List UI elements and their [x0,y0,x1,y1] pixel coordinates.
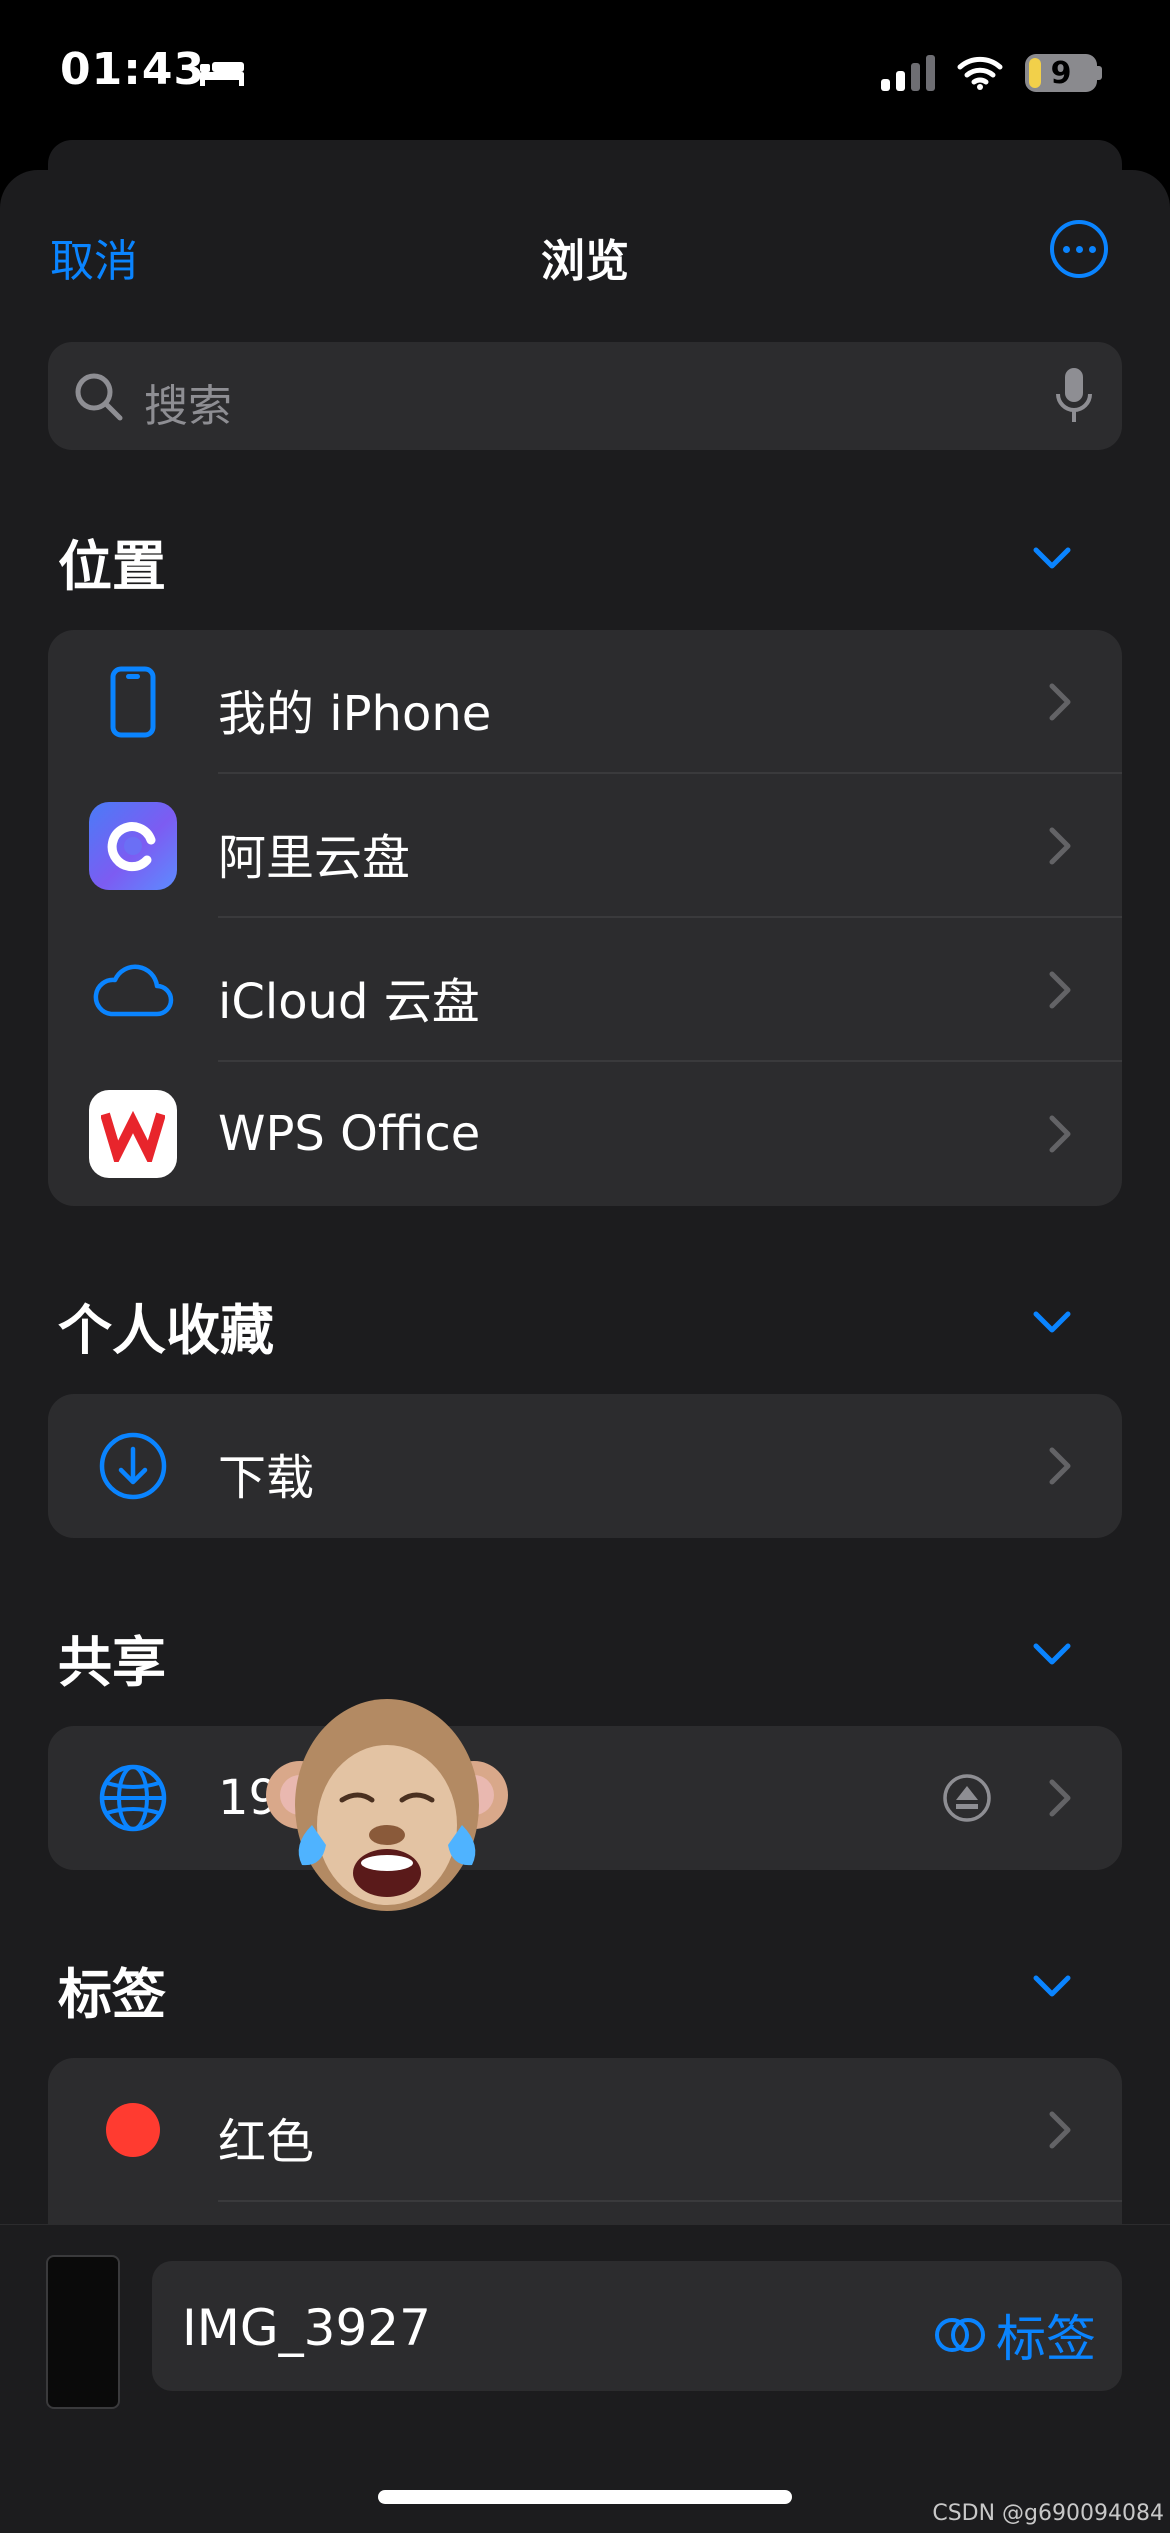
favorites-list: 下载 [48,1394,1122,1538]
location-label: 阿里云盘 [218,830,411,886]
shared-list: 19 [48,1726,1122,1870]
tag-item-red[interactable]: 红色 [48,2058,1122,2202]
icloud-icon [93,964,174,1017]
microphone-icon[interactable] [1054,366,1094,426]
location-label: 我的 iPhone [218,686,492,742]
chevron-right-icon [1049,971,1071,1009]
location-item-wps-office[interactable]: WPS Office [48,1062,1122,1206]
section-title-favorites: 个人收藏 [58,1299,274,1362]
section-title-locations: 位置 [58,535,166,598]
cellular-signal-icon [881,55,935,91]
search-placeholder: 搜索 [144,381,232,432]
chevron-right-icon [1049,1779,1071,1817]
page-title: 浏览 [541,236,629,287]
favorite-label: 下载 [218,1450,315,1506]
save-bar: IMG_3927 标签 [0,2224,1170,2533]
aliyun-drive-icon [89,802,177,890]
chevron-right-icon [1049,2111,1071,2149]
wps-office-icon [89,1090,177,1178]
ellipsis-icon [1062,245,1070,253]
battery-level: 9 [1050,55,1072,91]
search-field[interactable]: 搜索 [48,342,1122,450]
wifi-icon [957,56,1003,90]
home-indicator [378,2490,792,2504]
chevron-right-icon [1049,1447,1071,1485]
chevron-right-icon [1049,827,1071,865]
tag-label: 红色 [218,2114,315,2170]
chevron-down-icon[interactable] [1030,536,1074,580]
browse-sheet: 取消 浏览 搜索 位置 我的 iPhone 阿里云盘 iCloud 云盘 WPS… [0,170,1170,2532]
filename-field[interactable]: IMG_3927 标签 [152,2261,1122,2391]
locations-list: 我的 iPhone 阿里云盘 iCloud 云盘 WPS Office [48,630,1122,1206]
chevron-down-icon[interactable] [1030,1300,1074,1344]
chevron-down-icon[interactable] [1030,1632,1074,1676]
nav-bar: 取消 浏览 [0,170,1170,340]
chevron-right-icon [1049,1115,1071,1153]
chevron-right-icon [1049,683,1071,721]
favorite-item-downloads[interactable]: 下载 [48,1394,1122,1538]
globe-icon [99,1764,167,1832]
iphone-icon [110,666,156,738]
chevron-down-icon[interactable] [1030,1964,1074,2008]
watermark: CSDN @g690094084 [932,2501,1164,2526]
filename-text: IMG_3927 [182,2299,431,2357]
eject-icon[interactable] [942,1773,992,1823]
section-title-tags: 标签 [58,1963,166,2026]
red-tag-dot-icon [106,2103,160,2157]
location-item-icloud-drive[interactable]: iCloud 云盘 [48,918,1122,1062]
shared-item-server[interactable]: 19 [48,1726,1122,1870]
file-thumbnail [46,2255,120,2409]
monkey-memoji-sticker [266,1699,508,1911]
tags-button[interactable]: 标签 [932,2299,1096,2371]
tag-rings-icon [935,2318,985,2352]
status-bar: 01:43 9 [0,0,1170,150]
status-time: 01:43 [60,44,206,95]
more-options-button[interactable] [1050,220,1108,278]
battery-icon: 9 [1025,54,1097,92]
section-title-shared: 共享 [58,1631,166,1694]
sleep-focus-icon [200,62,244,86]
download-icon [99,1432,167,1500]
location-item-aliyun-drive[interactable]: 阿里云盘 [48,774,1122,918]
search-icon [75,373,123,421]
location-label: WPS Office [218,1106,481,1162]
location-label: iCloud 云盘 [218,974,480,1030]
location-item-my-iphone[interactable]: 我的 iPhone [48,630,1122,774]
tags-button-label: 标签 [996,2310,1096,2368]
